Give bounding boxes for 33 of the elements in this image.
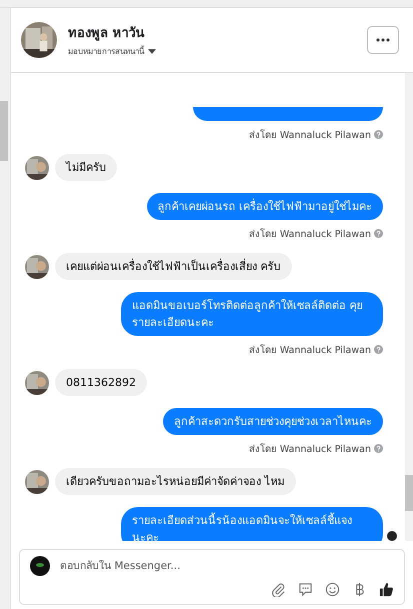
more-icon [376, 38, 390, 42]
sender-note: ส่งโดย Wannaluck Pilawan [248, 343, 371, 358]
help-icon[interactable] [374, 130, 383, 140]
more-button[interactable] [367, 26, 399, 54]
sender-avatar [25, 254, 49, 279]
assign-dropdown[interactable]: มอบหมายการสนทนานี้ [68, 45, 156, 58]
message-bubble: ลูกค้าเคยผ่อนรถ เครื่องใช้ไฟฟ้ามาอยู่ใช่ไมคะ [146, 193, 383, 220]
help-icon[interactable] [374, 444, 383, 454]
message-bubble: รายละเอียดส่วนนี้รน้องแอดมินจะให้เซลล์ชี้แจง นะคะ [121, 507, 383, 542]
message-bubble: 0811362892 [55, 369, 147, 396]
message-bubble: เดียวครับขอถามอะไรหน่อยมีค่าจัดค่าจอง ไหม [55, 468, 296, 496]
message-bubble: ลูกค้าสะดวกรับสายช่วงคุยช่วงเวลาไหนคะ [163, 408, 383, 436]
emoji-icon[interactable] [325, 582, 340, 598]
sender-note: ส่งโดย Wannaluck Pilawan [248, 128, 371, 142]
message-bubble: เคยแต่ผ่อนเครื่องใช้ไฟฟ้าเป็นเครื่องเสี่ยง ครับ [55, 253, 292, 280]
help-icon[interactable] [374, 345, 383, 354]
message-bubble: ไม่มีครับ [55, 154, 117, 182]
caret-icon [148, 49, 156, 54]
paperclip-icon[interactable] [271, 582, 286, 598]
chat-icon[interactable] [298, 582, 313, 598]
help-icon[interactable] [374, 229, 383, 238]
contact-name: ทองพูล หาวัน [68, 25, 146, 44]
scrollbar-thumb[interactable] [0, 101, 8, 161]
scrollbar-thumb[interactable] [405, 475, 413, 512]
message-bubble: แอดมินขอเบอร์โทรติดต่อลูกค้าให้เซลล์ติดต่อ คุยรายละเอียดนะคะ [121, 292, 383, 336]
profile-avatar [21, 22, 57, 58]
sender-avatar [25, 470, 49, 494]
page-avatar [30, 556, 50, 576]
sender-avatar [25, 370, 49, 395]
sender-avatar [25, 156, 49, 180]
sender-note: ส่งโดย Wannaluck Pilawan [248, 442, 371, 456]
thumbs-up-icon[interactable] [379, 582, 394, 598]
sender-note: ส่งโดย Wannaluck Pilawan [248, 227, 371, 242]
